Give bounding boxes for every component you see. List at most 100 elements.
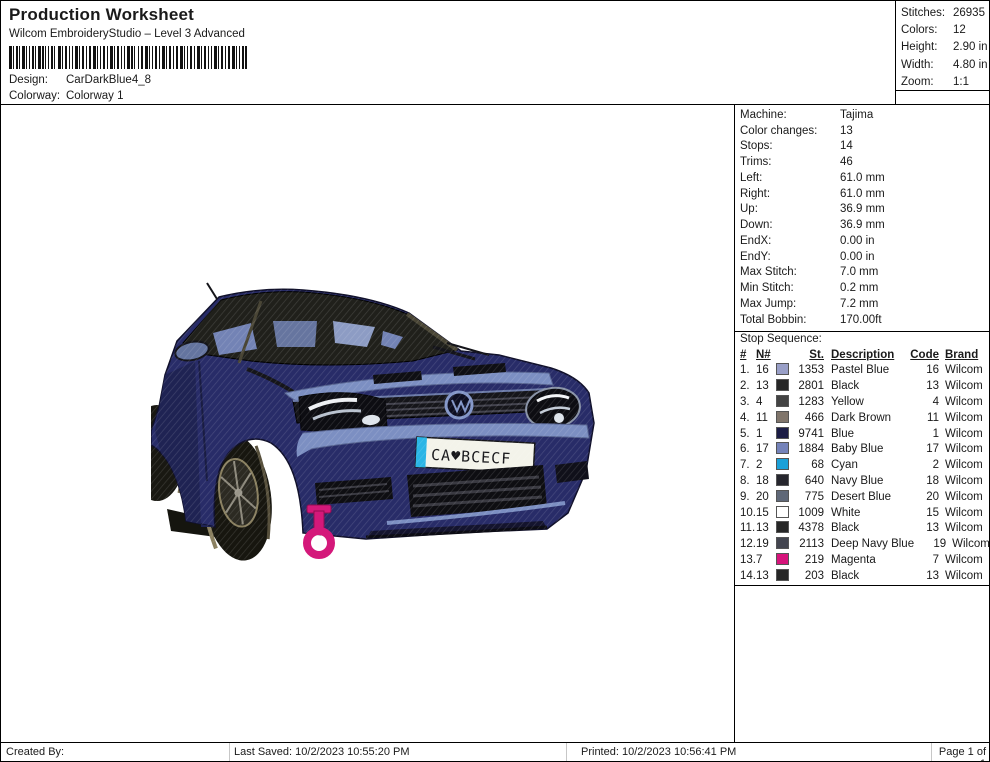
col-stitches: St. (794, 349, 826, 361)
summary-row: Colors: 12 (901, 21, 990, 38)
thread-color-swatch (776, 521, 789, 533)
stop-sequence-heading: Stop Sequence: (735, 331, 990, 348)
stop-sequence-row: 8. 18 640 Navy Blue 18 Wilcom (740, 473, 987, 489)
thread-brand: Wilcom (941, 570, 987, 582)
stop-sequence-header: # N# St. Description Code Brand (740, 348, 987, 363)
row-number: 14. (740, 570, 756, 582)
summary-row: Zoom: 1:1 (901, 74, 990, 91)
stop-sequence-row: 9. 20 775 Desert Blue 20 Wilcom (740, 489, 987, 505)
thread-color-swatch (776, 490, 789, 502)
thread-color-swatch (776, 411, 789, 423)
design-name-row: Design: CarDarkBlue4_8 (9, 74, 151, 86)
thread-brand: Wilcom (941, 507, 987, 519)
machine-info-label: EndY: (740, 251, 840, 263)
thread-description: Black (826, 570, 907, 582)
created-by: Created By: (1, 743, 229, 762)
needle-number: 17 (756, 443, 776, 455)
machine-info-panel: Machine: Tajima Color changes: 13 Stops:… (734, 105, 990, 742)
machine-info-row: Min Stitch: 0.2 mm (740, 280, 987, 296)
stop-sequence-row: 5. 1 9741 Blue 1 Wilcom (740, 426, 987, 442)
summary-label: Width: (901, 59, 953, 71)
thread-description: Pastel Blue (826, 364, 907, 376)
thread-description: Deep Navy Blue (826, 538, 914, 550)
needle-number: 13 (756, 522, 776, 534)
machine-info-value: 61.0 mm (840, 172, 987, 184)
stitch-texture (151, 281, 621, 571)
stitch-count: 1353 (794, 364, 826, 376)
table-bottom-border (735, 585, 990, 586)
summary-value: 1:1 (953, 76, 990, 88)
needle-number: 15 (756, 507, 776, 519)
row-number: 8. (740, 475, 756, 487)
stitch-count: 4378 (794, 522, 826, 534)
row-number: 12. (740, 538, 756, 550)
needle-number: 4 (756, 396, 776, 408)
col-code: Code (907, 349, 941, 361)
last-saved: Last Saved: 10/2/2023 10:55:20 PM (229, 743, 566, 762)
needle-number: 13 (756, 380, 776, 392)
thread-brand: Wilcom (941, 380, 987, 392)
row-number: 9. (740, 491, 756, 503)
row-number: 13. (740, 554, 756, 566)
thread-description: Black (826, 380, 907, 392)
summary-label: Stitches: (901, 7, 953, 19)
stitch-count: 2113 (794, 538, 826, 550)
thread-brand: Wilcom (941, 396, 987, 408)
machine-info-value: 7.2 mm (840, 298, 987, 310)
stitch-count: 203 (794, 570, 826, 582)
stop-sequence-row: 2. 13 2801 Black 13 Wilcom (740, 378, 987, 394)
stitch-count: 775 (794, 491, 826, 503)
machine-info-row: EndY: 0.00 in (740, 249, 987, 265)
machine-info-label: Max Stitch: (740, 266, 840, 278)
stop-sequence-row: 4. 11 466 Dark Brown 11 Wilcom (740, 410, 987, 426)
thread-code: 18 (907, 475, 941, 487)
row-number: 11. (740, 522, 756, 534)
machine-info-value: 46 (840, 156, 987, 168)
thread-brand: Wilcom (941, 412, 987, 424)
stitch-count: 640 (794, 475, 826, 487)
needle-number: 2 (756, 459, 776, 471)
page-indicator: Page 1 of 1 (931, 743, 990, 762)
machine-info-label: Max Jump: (740, 298, 840, 310)
needle-number: 13 (756, 570, 776, 582)
machine-info-row: Max Stitch: 7.0 mm (740, 265, 987, 281)
row-number: 2. (740, 380, 756, 392)
thread-color-swatch (776, 379, 789, 391)
machine-info-row: Machine: Tajima (740, 107, 987, 123)
machine-info-label: Color changes: (740, 125, 840, 137)
design-value: CarDarkBlue4_8 (66, 74, 151, 86)
thread-description: Dark Brown (826, 412, 907, 424)
thread-description: Blue (826, 428, 907, 440)
stop-sequence-row: 13. 7 219 Magenta 7 Wilcom (740, 552, 987, 568)
stop-sequence-row: 1. 16 1353 Pastel Blue 16 Wilcom (740, 363, 987, 379)
thread-color-swatch (776, 569, 789, 581)
thread-code: 2 (907, 459, 941, 471)
machine-info-label: Total Bobbin: (740, 314, 840, 326)
summary-value: 2.90 in (953, 41, 990, 53)
thread-brand: Wilcom (941, 459, 987, 471)
machine-info-value: 36.9 mm (840, 219, 987, 231)
thread-description: Navy Blue (826, 475, 907, 487)
row-number: 10. (740, 507, 756, 519)
thread-code: 17 (907, 443, 941, 455)
stop-sequence-row: 14. 13 203 Black 13 Wilcom (740, 568, 987, 584)
printed-timestamp: Printed: 10/2/2023 10:56:41 PM (566, 743, 931, 762)
thread-code: 7 (907, 554, 941, 566)
thread-color-swatch (776, 395, 789, 407)
machine-info-row: Right: 61.0 mm (740, 186, 987, 202)
needle-number: 18 (756, 475, 776, 487)
summary-value: 4.80 in (953, 59, 990, 71)
summary-row: Width: 4.80 in (901, 56, 990, 73)
machine-info-row: Left: 61.0 mm (740, 170, 987, 186)
needle-number: 7 (756, 554, 776, 566)
stop-sequence-row: 3. 4 1283 Yellow 4 Wilcom (740, 394, 987, 410)
stitch-count: 1009 (794, 507, 826, 519)
machine-info-value: 170.00ft (840, 314, 987, 326)
stop-sequence-row: 6. 17 1884 Baby Blue 17 Wilcom (740, 441, 987, 457)
stitch-count: 1283 (794, 396, 826, 408)
machine-info-label: Machine: (740, 109, 840, 121)
stop-sequence-row: 7. 2 68 Cyan 2 Wilcom (740, 457, 987, 473)
machine-info-row: EndX: 0.00 in (740, 233, 987, 249)
needle-number: 11 (756, 412, 776, 424)
tow-hook (307, 505, 331, 555)
